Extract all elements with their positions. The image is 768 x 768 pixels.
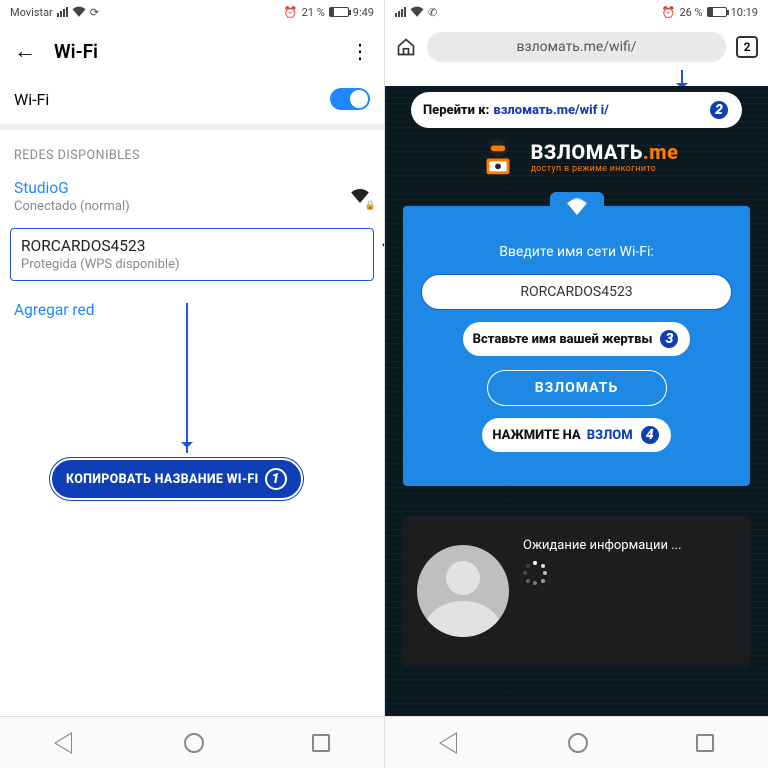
site-brand: ВЗЛОМАТЬ.me доступ в режиме инкогнито bbox=[385, 134, 768, 180]
page-content: Перейти к: взломать.me/wif i/ 2 ВЗЛОМАТЬ… bbox=[385, 86, 768, 716]
network-item-connected[interactable]: StudioG Conectado (normal) 🔒 bbox=[0, 171, 384, 224]
network-status: Protegida (WPS disponible) bbox=[21, 257, 363, 272]
nav-home-button[interactable] bbox=[568, 733, 588, 753]
url-bar[interactable]: взломать.me/wifi/ bbox=[427, 32, 726, 62]
form-prompt: Введите имя сети Wi-Fi: bbox=[421, 244, 732, 260]
battery-pct: 21 % bbox=[302, 6, 325, 19]
step-1-label: КОПИРОВАТЬ НАЗВАНИЕ WI-FI bbox=[66, 472, 259, 487]
carrier-name: Movistar bbox=[10, 6, 53, 19]
back-icon[interactable]: ← bbox=[14, 38, 36, 64]
nav-home-button[interactable] bbox=[184, 733, 204, 753]
network-name: RORCARDOS4523 bbox=[21, 237, 363, 255]
signal-icon bbox=[395, 7, 406, 17]
network-status: Conectado (normal) bbox=[14, 199, 130, 214]
waiting-panel: Ожидание информации ... bbox=[403, 516, 750, 666]
clock: 9:49 bbox=[353, 6, 374, 19]
nav-recent-button[interactable] bbox=[312, 734, 330, 752]
network-name-input[interactable]: RORCARDOS4523 bbox=[421, 274, 732, 310]
step-4-badge: 4 bbox=[639, 424, 661, 446]
brand-name: ВЗЛОМАТЬ bbox=[531, 140, 643, 164]
waiting-text: Ожидание информации ... bbox=[523, 538, 682, 553]
step-2-link: взломать.me/wif i/ bbox=[493, 103, 608, 118]
avatar-placeholder-icon bbox=[417, 545, 509, 637]
wifi-toggle[interactable] bbox=[330, 88, 370, 110]
wifi-tab-icon bbox=[550, 192, 604, 220]
spinner-icon bbox=[523, 561, 547, 585]
tab-count-button[interactable]: 2 bbox=[736, 36, 758, 58]
hack-form-card: Введите имя сети Wi-Fi: RORCARDOS4523 Вс… bbox=[403, 206, 750, 486]
step-3-badge: 3 bbox=[658, 328, 680, 350]
alarm-icon: ⏰ bbox=[662, 6, 676, 19]
nav-recent-button[interactable] bbox=[696, 734, 714, 752]
step-3-label: Вставьте имя вашей жертвы bbox=[473, 332, 653, 347]
step-4-prefix: НАЖМИТЕ НА bbox=[492, 428, 580, 443]
status-bar: ✆ ⏰ 26 % 10:19 bbox=[385, 0, 768, 24]
browser-toolbar: взломать.me/wifi/ 2 bbox=[385, 24, 768, 70]
step-4-pill: НАЖМИТЕ НА ВЗЛОМ 4 bbox=[482, 418, 670, 452]
step-4-highlight: ВЗЛОМ bbox=[587, 428, 633, 443]
add-network-button[interactable]: Agregar red bbox=[0, 285, 384, 335]
android-nav-bar bbox=[0, 716, 384, 768]
sync-icon: ⟳ bbox=[90, 6, 99, 19]
signal-icon bbox=[57, 7, 68, 17]
available-networks-label: REDES DISPONIBLES bbox=[0, 124, 384, 171]
battery-icon bbox=[329, 7, 349, 17]
step-2-prefix: Перейти к: bbox=[423, 103, 489, 118]
settings-header: ← Wi-Fi ⋮ bbox=[0, 24, 384, 74]
wifi-toggle-row[interactable]: Wi-Fi bbox=[0, 74, 384, 124]
step-1-pill: КОПИРОВАТЬ НАЗВАНИЕ WI-FI 1 bbox=[50, 458, 303, 500]
hacker-icon bbox=[475, 134, 521, 180]
step-3-pill: Вставьте имя вашей жертвы 3 bbox=[463, 322, 691, 356]
brand-suffix: .me bbox=[643, 140, 679, 164]
hack-button[interactable]: ВЗЛОМАТЬ bbox=[487, 370, 667, 406]
wifi-icon: 🔒 bbox=[350, 187, 370, 207]
wifi-status-icon bbox=[410, 5, 424, 20]
wifi-toggle-label: Wi-Fi bbox=[14, 90, 49, 109]
clock: 10:19 bbox=[731, 6, 758, 19]
network-item-selected[interactable]: RORCARDOS4523 Protegida (WPS disponible)… bbox=[10, 228, 374, 281]
battery-pct: 26 % bbox=[679, 6, 702, 19]
android-nav-bar bbox=[385, 716, 768, 768]
brand-tagline: доступ в режиме инкогнито bbox=[531, 164, 679, 174]
step-2-badge: 2 bbox=[708, 99, 730, 121]
status-bar: Movistar ⟳ ⏰ 21 % 9:49 bbox=[0, 0, 384, 24]
network-name: StudioG bbox=[14, 179, 130, 197]
wifi-status-icon bbox=[72, 5, 86, 20]
right-phone-screenshot: ✆ ⏰ 26 % 10:19 взломать.me/wifi/ 2 Перей… bbox=[384, 0, 768, 768]
page-title: Wi-Fi bbox=[54, 40, 98, 63]
nav-back-button[interactable] bbox=[439, 732, 461, 754]
lock-icon: 🔒 bbox=[365, 201, 376, 211]
step-2-pill: Перейти к: взломать.me/wif i/ 2 bbox=[411, 92, 742, 128]
whatsapp-icon: ✆ bbox=[428, 6, 437, 19]
tutorial-arrow bbox=[186, 303, 188, 453]
nav-back-button[interactable] bbox=[54, 732, 76, 754]
battery-icon bbox=[707, 7, 727, 17]
left-phone-screenshot: Movistar ⟳ ⏰ 21 % 9:49 ← Wi-Fi ⋮ Wi-Fi R… bbox=[0, 0, 384, 768]
step-1-badge: 1 bbox=[265, 468, 287, 490]
more-icon[interactable]: ⋮ bbox=[350, 39, 370, 63]
home-icon[interactable] bbox=[395, 37, 417, 57]
alarm-icon: ⏰ bbox=[284, 6, 298, 19]
